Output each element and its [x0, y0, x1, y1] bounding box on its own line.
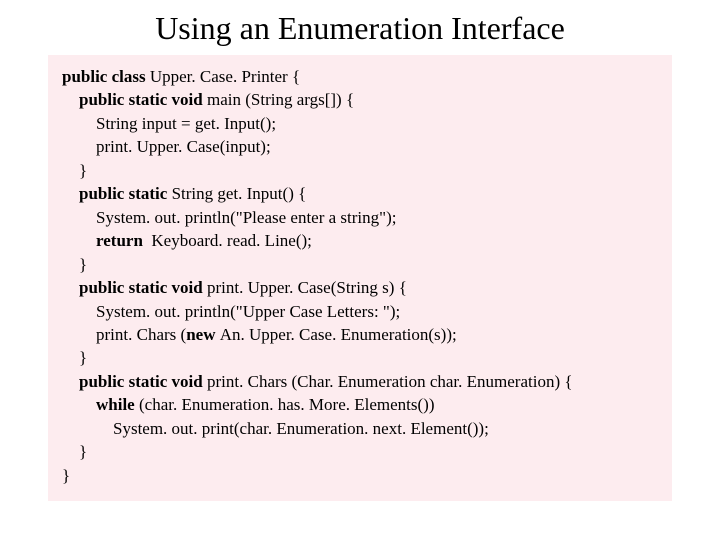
code-line: public static void print. Chars (Char. E…	[79, 372, 573, 391]
code-line: }	[79, 255, 87, 274]
code-line: }	[79, 161, 87, 180]
code-line: print. Chars (new An. Upper. Case. Enume…	[96, 325, 457, 344]
slide-title: Using an Enumeration Interface	[0, 0, 720, 55]
code-line: }	[62, 466, 70, 485]
code-line: System. out. println("Please enter a str…	[96, 208, 396, 227]
code-line: while (char. Enumeration. has. More. Ele…	[96, 395, 435, 414]
code-line: }	[79, 442, 87, 461]
slide: Using an Enumeration Interface public cl…	[0, 0, 720, 540]
code-line: public class Upper. Case. Printer {	[62, 67, 300, 86]
code-line: public static void print. Upper. Case(St…	[79, 278, 407, 297]
code-line: return Keyboard. read. Line();	[96, 231, 312, 250]
code-line: public static void main (String args[]) …	[79, 90, 354, 109]
code-line: }	[79, 348, 87, 367]
code-line: System. out. println("Upper Case Letters…	[96, 302, 400, 321]
code-line: System. out. print(char. Enumeration. ne…	[113, 419, 489, 438]
code-line: print. Upper. Case(input);	[96, 137, 271, 156]
code-block: public class Upper. Case. Printer { publ…	[48, 55, 672, 501]
code-line: public static String get. Input() {	[79, 184, 306, 203]
code-line: String input = get. Input();	[96, 114, 276, 133]
